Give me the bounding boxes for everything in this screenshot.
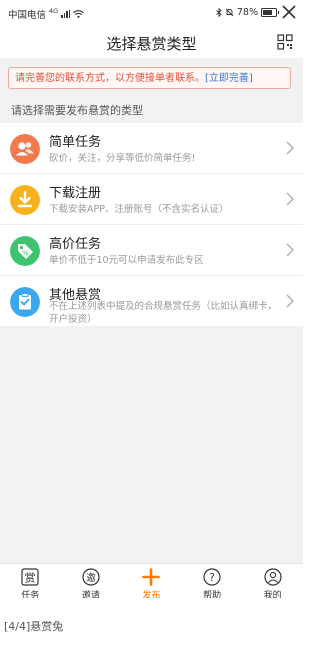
checklist-icon <box>10 287 40 317</box>
svg-text:赏: 赏 <box>25 572 36 585</box>
task-type-description: 单价不低于10元可以申请发布此专区 <box>49 255 204 266</box>
tab-help[interactable]: ? 帮助 <box>182 564 243 598</box>
task-type-download[interactable]: 下载注册 下载安装APP、注册账号（不含实名认证） <box>0 174 303 225</box>
contact-notice: 请完善您的联系方式，以方便接单者联系。[立即完善] <box>8 67 291 89</box>
svg-text:%: % <box>22 250 29 258</box>
mute-bell-icon <box>225 8 234 17</box>
task-type-simple[interactable]: 简单任务 砍价，关注，分享等低价简单任务! <box>0 123 303 174</box>
plus-icon <box>142 568 161 586</box>
close-icon[interactable] <box>281 4 297 20</box>
battery-label: 78% <box>236 7 258 18</box>
notice-text: 请完善您的联系方式，以方便接单者联系。 <box>15 73 205 84</box>
help-icon: ? <box>203 568 221 586</box>
task-type-description: 不在上述列表中提及的合规悬赏任务（比如认真绑卡，开户投资） <box>49 301 278 325</box>
section-title: 请选择需要发布悬赏的类型 <box>11 104 143 117</box>
bottom-tab-bar: 赏 任务 邀 邀请 发布 ? 帮助 我的 <box>0 563 303 598</box>
status-right: 78% <box>216 7 279 18</box>
carrier-label: 中国电信 <box>8 10 47 21</box>
bluetooth-icon <box>216 8 222 17</box>
page-title: 选择悬赏类型 <box>106 35 197 53</box>
svg-text:?: ? <box>209 572 215 584</box>
task-type-name: 简单任务 <box>49 135 102 150</box>
task-type-list: 简单任务 砍价，关注，分享等低价简单任务! 下载注册 下载安装APP、注册账号（… <box>0 123 303 326</box>
status-bar: 中国电信 4G 78% <box>0 0 303 26</box>
profile-icon <box>264 568 282 586</box>
app-screen: 中国电信 4G 78% 选择悬赏类型 请完善您的联系方式，以方便接单者联系。[立… <box>0 0 303 598</box>
chevron-right-icon <box>286 243 294 257</box>
price-tag-icon: % <box>10 236 40 266</box>
status-left: 中国电信 4G <box>8 7 85 21</box>
tab-label: 发布 <box>142 591 161 598</box>
task-type-description: 下载安装APP、注册账号（不含实名认证） <box>49 204 229 215</box>
chevron-right-icon <box>286 192 294 206</box>
chevron-right-icon <box>286 294 294 308</box>
tab-label: 我的 <box>263 591 282 598</box>
tab-label: 帮助 <box>203 591 222 598</box>
battery-icon <box>261 8 279 17</box>
task-type-name: 下载注册 <box>49 186 102 201</box>
nav-header: 选择悬赏类型 <box>0 26 303 58</box>
svg-text:邀: 邀 <box>86 572 96 584</box>
tab-label: 邀请 <box>81 591 100 598</box>
signal-icon <box>61 10 71 18</box>
tab-publish[interactable]: 发布 <box>121 564 182 598</box>
wifi-icon <box>73 10 85 18</box>
page-caption: [4/4]悬赏兔 <box>4 620 64 633</box>
tab-profile[interactable]: 我的 <box>242 564 303 598</box>
invite-icon: 邀 <box>82 568 100 586</box>
task-type-other[interactable]: 其他悬赏 不在上述列表中提及的合规悬赏任务（比如认真绑卡，开户投资） <box>0 276 303 326</box>
task-type-description: 砍价，关注，分享等低价简单任务! <box>49 153 196 164</box>
tab-task[interactable]: 赏 任务 <box>0 564 61 598</box>
tab-invite[interactable]: 邀 邀请 <box>61 564 122 598</box>
network-label: 4G <box>49 7 59 15</box>
task-type-name: 高价任务 <box>49 237 102 252</box>
scan-icon[interactable] <box>277 34 293 50</box>
chevron-right-icon <box>286 141 294 155</box>
task-type-high-price[interactable]: % 高价任务 单价不低于10元可以申请发布此专区 <box>0 225 303 276</box>
task-icon: 赏 <box>21 568 39 586</box>
download-icon <box>10 185 40 215</box>
complete-now-link[interactable]: [立即完善] <box>205 73 253 84</box>
user-group-icon <box>10 134 40 164</box>
tab-label: 任务 <box>21 591 40 598</box>
